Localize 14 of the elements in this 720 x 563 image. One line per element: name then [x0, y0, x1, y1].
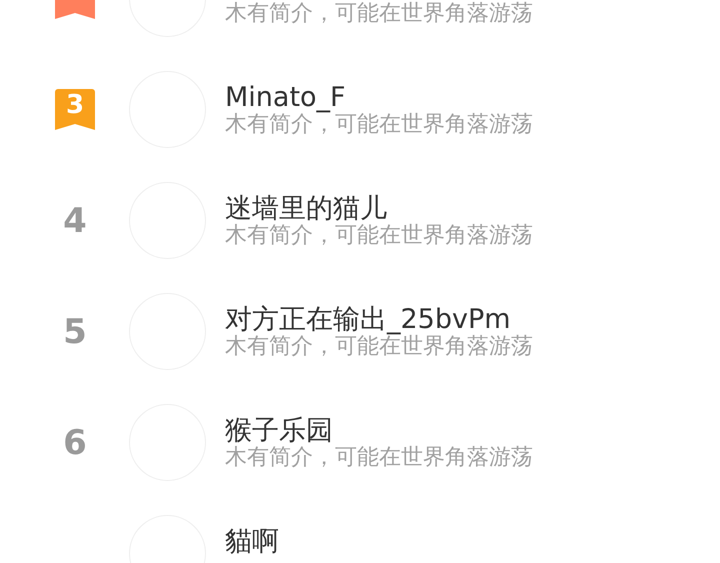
- user-name[interactable]: 迷墙里的猫儿: [225, 194, 533, 224]
- user-bio: 木有简介，可能在世界角落游荡: [225, 224, 533, 248]
- user-bio: 木有简介，可能在世界角落游荡: [225, 112, 533, 136]
- user-bio: 木有简介，可能在世界角落游荡: [225, 334, 533, 358]
- user-name[interactable]: Minato_F: [225, 82, 533, 112]
- user-name[interactable]: 貓啊: [225, 526, 279, 556]
- rank-number: 6: [63, 426, 87, 460]
- user-bio: 木有简介，可能在世界角落游荡: [225, 446, 533, 470]
- user-name[interactable]: 猴子乐园: [225, 416, 533, 446]
- rank-badge: 3: [55, 89, 95, 130]
- rank-number: 4: [63, 204, 87, 238]
- user-name[interactable]: 对方正在输出_25bvPm: [225, 304, 533, 334]
- user-bio: 木有简介，可能在世界角落游荡: [225, 2, 533, 26]
- rank-number: 5: [63, 314, 87, 348]
